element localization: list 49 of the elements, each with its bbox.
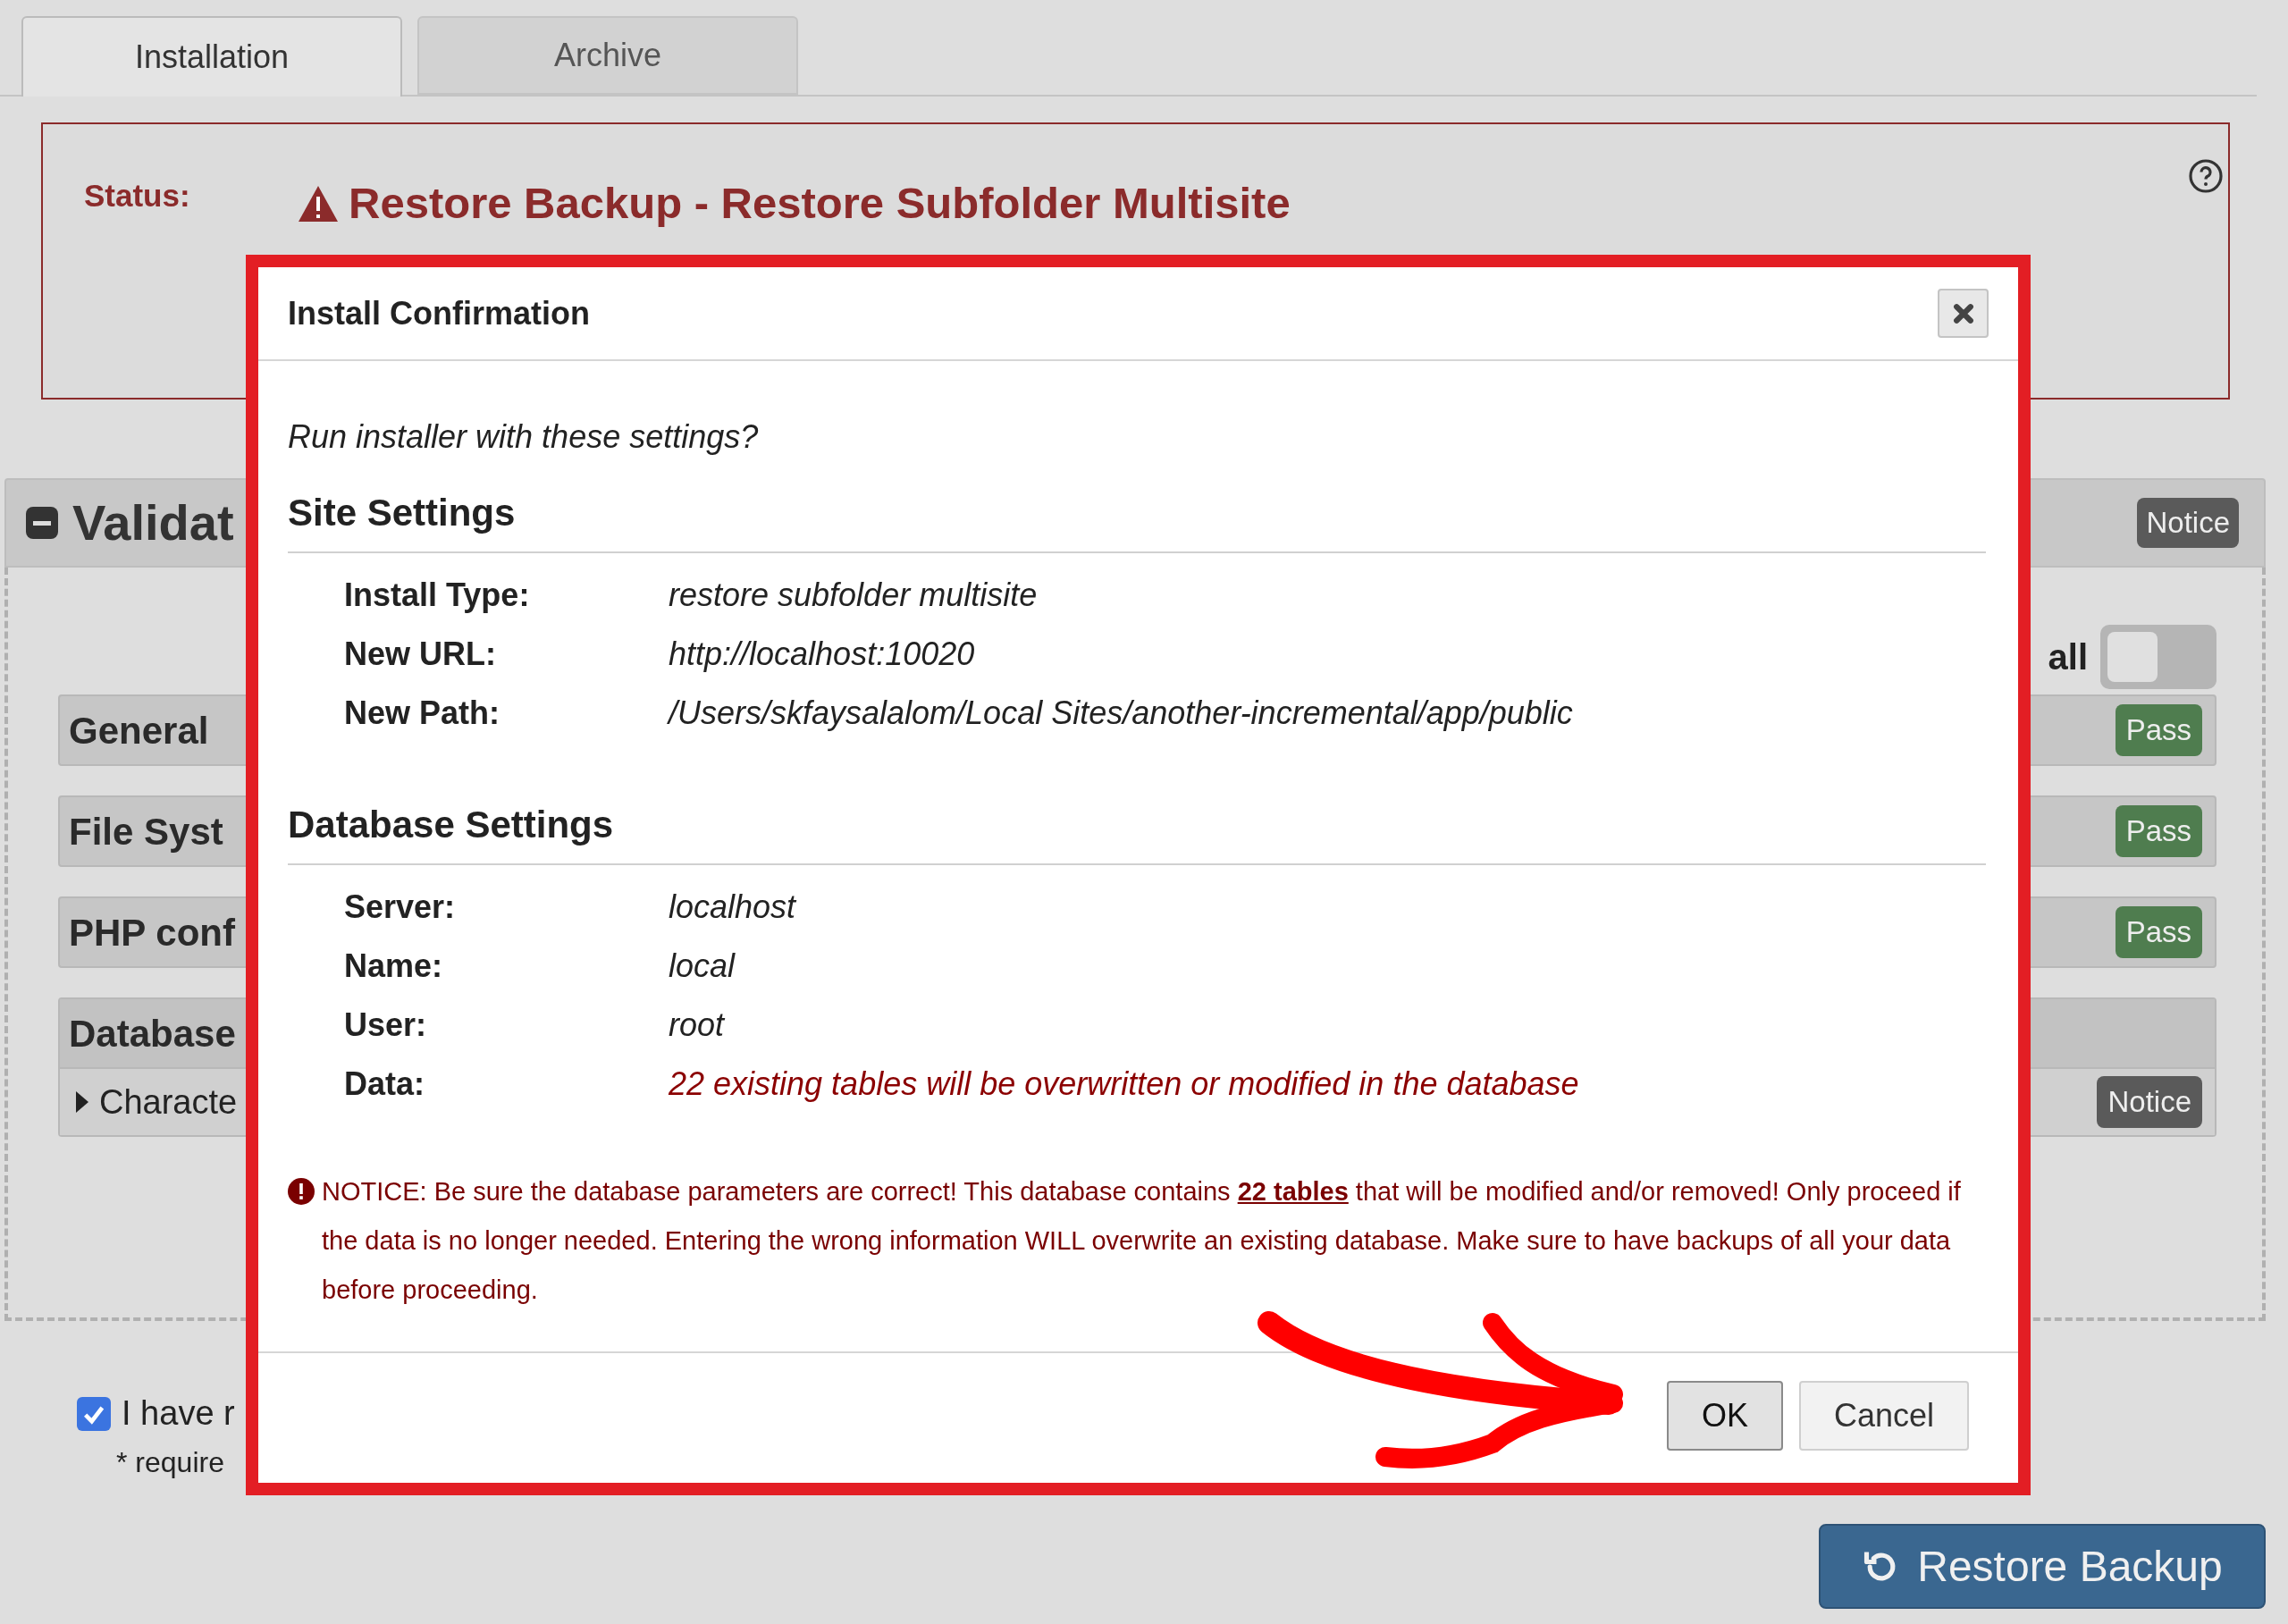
status-label: Status: — [84, 177, 190, 215]
collapse-icon[interactable] — [24, 505, 60, 541]
status-badge: Pass — [2115, 906, 2202, 958]
field-value: root — [669, 1006, 725, 1045]
section-title[interactable]: File Syst — [69, 803, 223, 860]
field-label: Server: — [344, 888, 457, 927]
section-title[interactable]: General — [69, 702, 209, 759]
toggle-switch[interactable] — [2100, 625, 2216, 689]
validation-title: Validat — [72, 493, 234, 552]
tables-link[interactable]: 22 tables — [1237, 1177, 1349, 1206]
notice-badge: Notice — [2137, 498, 2239, 548]
status-title: Restore Backup - Restore Subfolder Multisite — [349, 178, 1291, 229]
dialog-title: Install Confirmation — [288, 293, 590, 333]
field-value: localhost — [669, 888, 796, 927]
caret-icon[interactable] — [76, 1091, 88, 1113]
dialog-button[interactable]: Cancel — [1799, 1380, 1969, 1451]
field-label: User: — [344, 1006, 428, 1045]
section-title[interactable]: PHP conf — [69, 904, 235, 961]
status-badge: Pass — [2115, 805, 2202, 857]
notice-icon — [288, 1178, 315, 1205]
checkbox[interactable] — [77, 1396, 111, 1431]
field-label: New Path: — [344, 694, 501, 733]
field-label: Data: — [344, 1064, 426, 1104]
status-badge: Pass — [2115, 704, 2202, 756]
tab[interactable]: Installation — [21, 16, 402, 97]
field-value: local — [669, 947, 736, 986]
section-heading: Site Settings — [288, 484, 1986, 553]
field-label: New URL: — [344, 635, 497, 674]
status-badge: Notice — [2097, 1076, 2202, 1128]
restore-backup-button[interactable]: Restore Backup — [1819, 1524, 2266, 1609]
toggle-label: all — [2048, 636, 2088, 678]
help-icon[interactable] — [2188, 158, 2224, 194]
section-title[interactable]: Database — [69, 1005, 236, 1062]
field-value: restore subfolder multisite — [669, 576, 1038, 615]
field-label: Install Type: — [344, 576, 531, 615]
field-value: http://localhost:10020 — [669, 635, 975, 674]
close-icon — [1951, 301, 1975, 325]
dialog-question: Run installer with these settings? — [288, 417, 760, 457]
dialog-button[interactable]: OK — [1667, 1380, 1783, 1451]
close-button[interactable] — [1938, 289, 1989, 338]
field-value: /Users/skfaysalalom/Local Sites/another-incremental/app/public — [669, 694, 1573, 733]
section-heading: Database Settings — [288, 796, 1986, 865]
tab[interactable]: Archive — [417, 16, 798, 95]
notice-text: NOTICE: Be sure the database parameters are correct! This database contains 22 tables that will be modified and/or removed! Only proceed if the data is no longer needed. Entering the wrong information WILL overwrite an existing database. Make sure to have backups of all your data before proceeding. — [322, 1176, 1962, 1306]
check-item-label[interactable]: Characte — [99, 1076, 238, 1128]
required-note: * require — [116, 1445, 224, 1480]
field-label: Name: — [344, 947, 444, 986]
field-value: 22 existing tables will be overwritten or modified in the database — [669, 1064, 1579, 1104]
agreement-label: I have r — [122, 1393, 235, 1434]
